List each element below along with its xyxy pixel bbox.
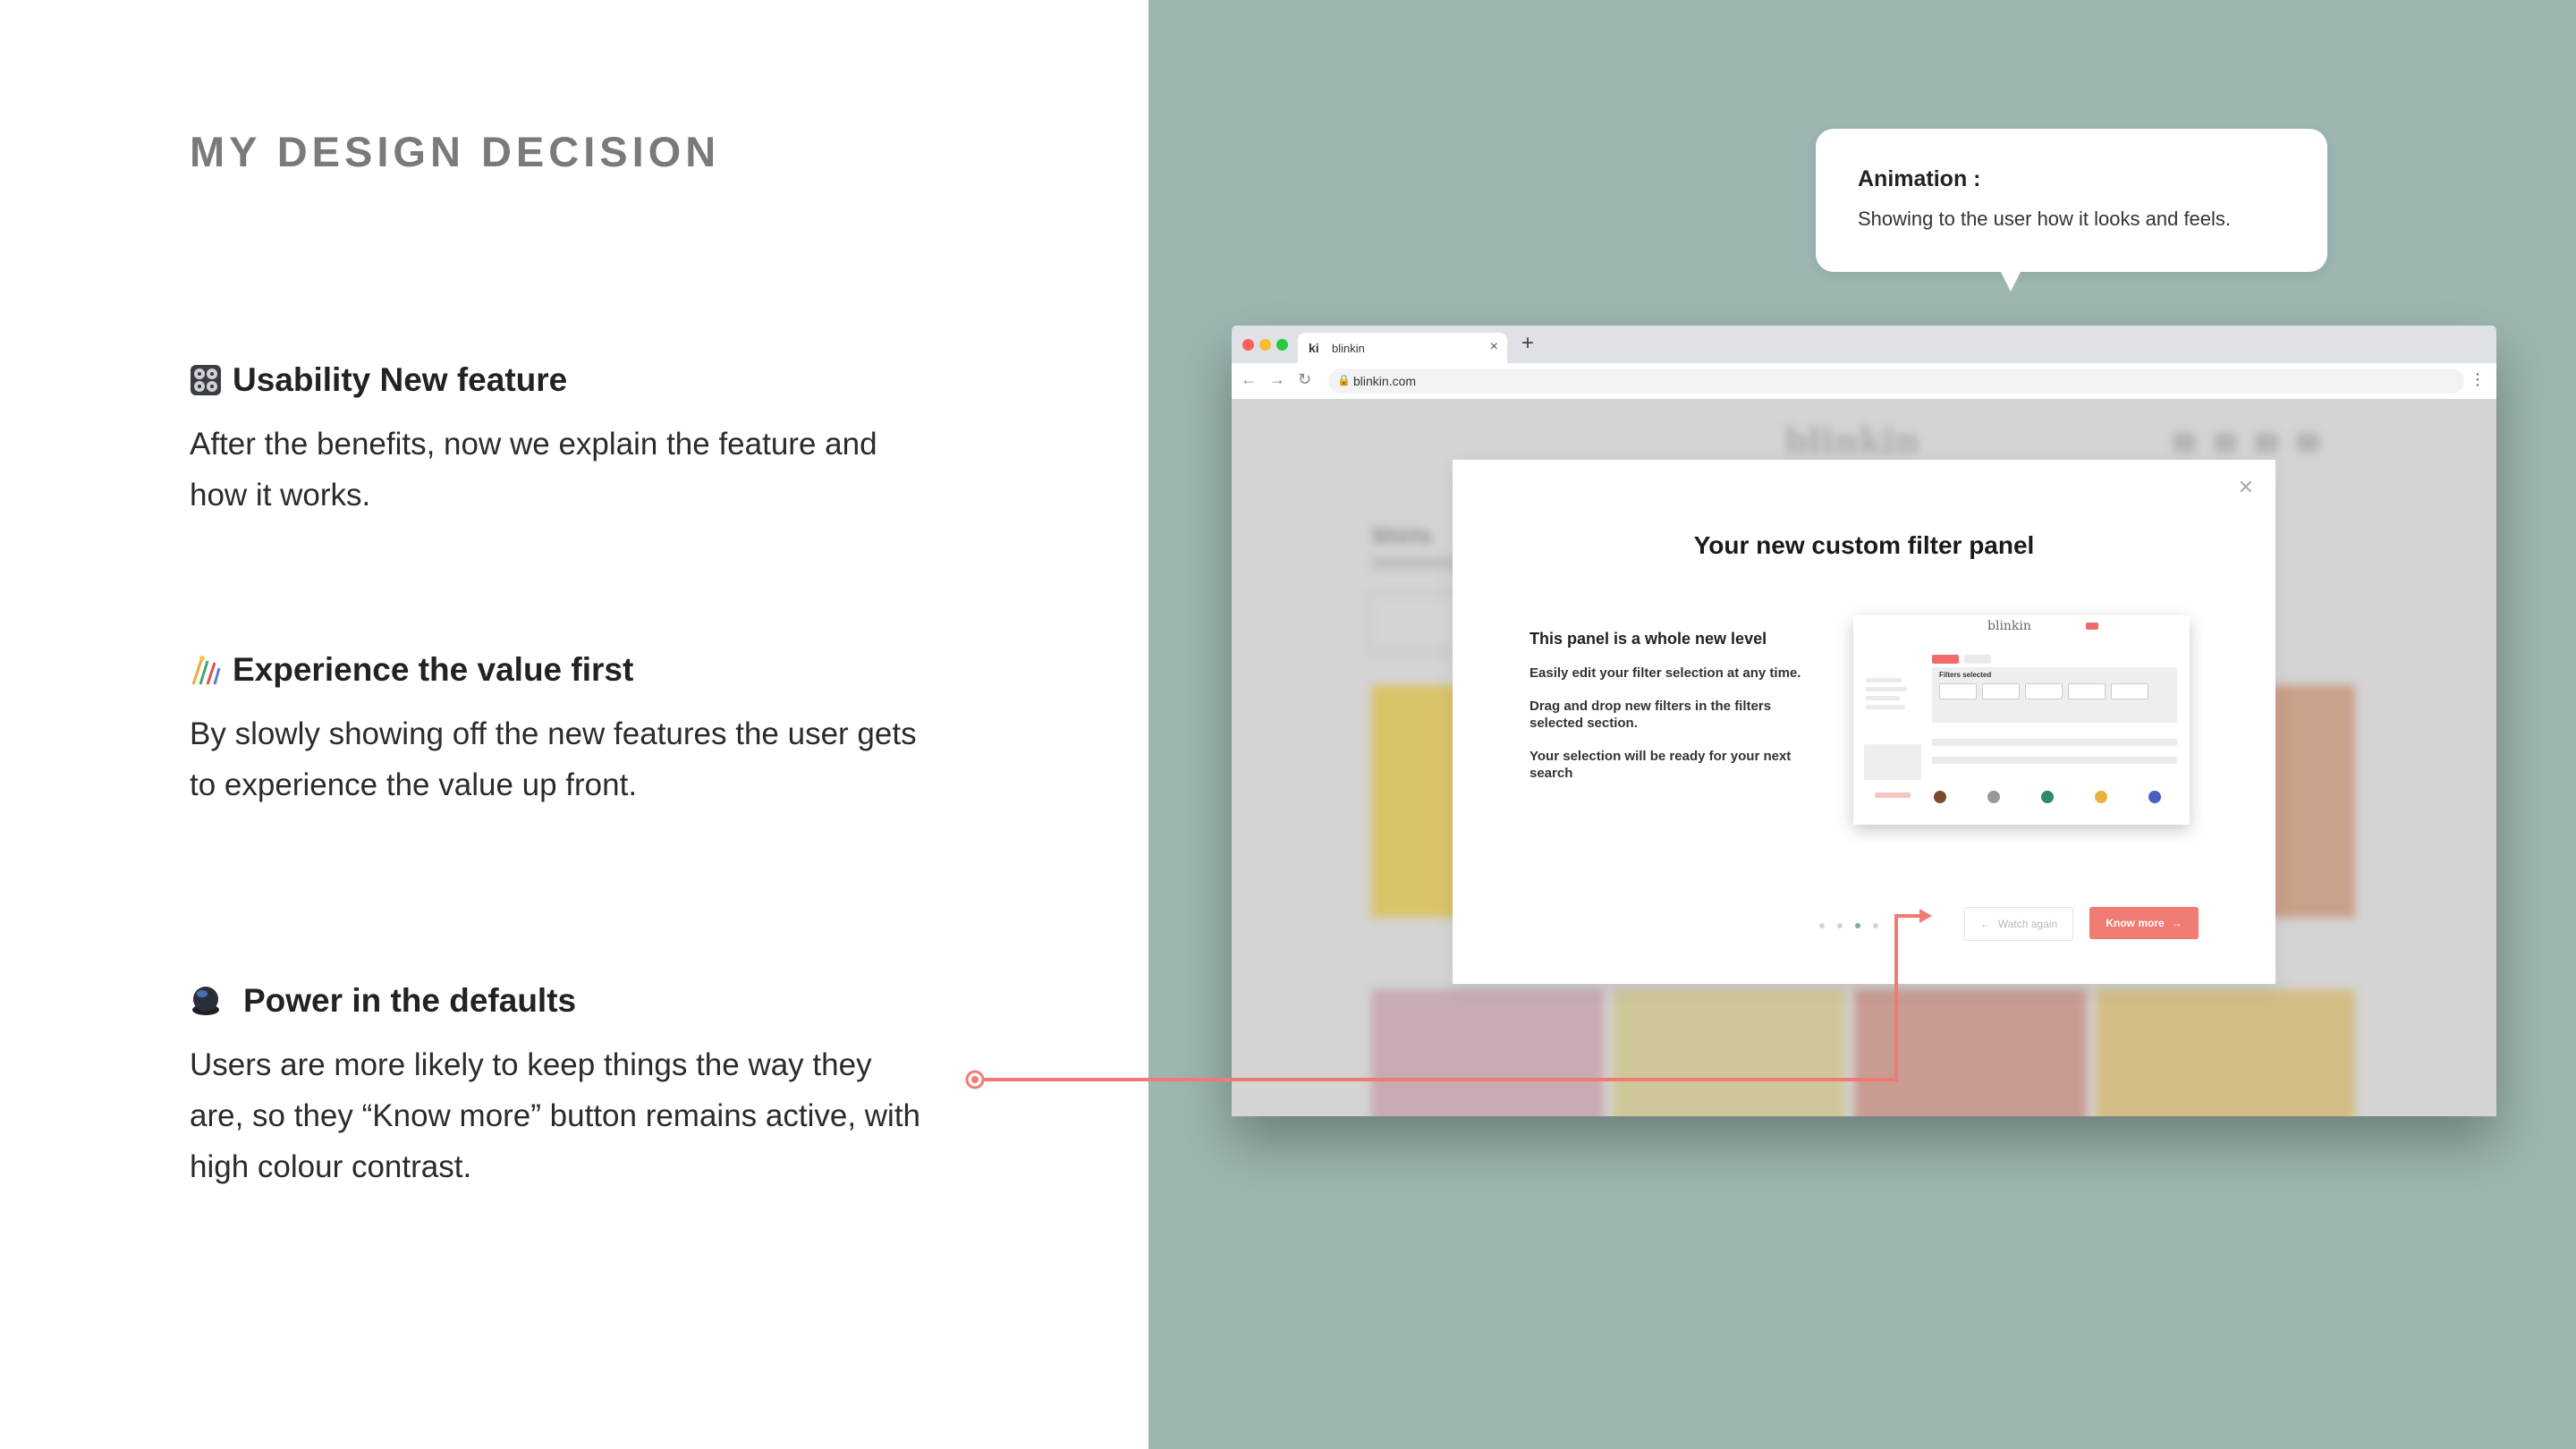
- product-image: [1613, 989, 1845, 1116]
- section-defaults: Power in the defaults Users are more lik…: [190, 982, 995, 1192]
- section-heading: Power in the defaults: [190, 982, 995, 1020]
- pager-dot-active[interactable]: [1855, 923, 1860, 928]
- close-icon[interactable]: ✕: [2238, 476, 2254, 499]
- maximize-window-icon[interactable]: [1276, 339, 1288, 351]
- know-more-button[interactable]: Know more →: [2089, 907, 2199, 939]
- forward-icon[interactable]: →: [1269, 370, 1285, 389]
- new-tab-icon[interactable]: +: [1521, 331, 1534, 356]
- reload-icon[interactable]: ↻: [1298, 370, 1311, 389]
- preview-avatar: [1987, 791, 2000, 803]
- preview-filter-card: [2025, 683, 2063, 699]
- preview-line: [1866, 687, 1907, 691]
- product-image: [1854, 989, 2087, 1116]
- preview-line: [1866, 696, 1900, 700]
- preview-line: [1866, 705, 1905, 709]
- modal-title: Your new custom filter panel: [1693, 531, 2035, 559]
- section-body: Users are more likely to keep things the…: [190, 1047, 921, 1184]
- preview-button: [1875, 792, 1911, 798]
- dark-orb-icon: [192, 987, 219, 1015]
- preview-sidebar: [1864, 667, 1925, 819]
- back-icon[interactable]: ←: [1241, 370, 1257, 389]
- preview-brand: blinkin: [1987, 619, 2031, 633]
- preview-avatar: [1934, 791, 1946, 803]
- modal-subtitle: This panel is a whole new level: [1530, 630, 1767, 648]
- section-heading-text: Experience the value first: [233, 651, 634, 688]
- preview-chip: [1964, 655, 1991, 664]
- browser-tabbar: ki blinkin × +: [1232, 326, 2496, 363]
- lock-icon: 🔒: [1337, 374, 1351, 386]
- modal-point: Easily edit your filter selection at any…: [1530, 665, 1801, 681]
- section-body: After the benefits, now we explain the f…: [190, 427, 877, 513]
- browser-menu-icon[interactable]: ⋮: [2470, 370, 2486, 389]
- close-window-icon[interactable]: [1242, 339, 1254, 351]
- callout-title: Animation :: [1858, 166, 1981, 191]
- heart-icon: [2255, 433, 2278, 453]
- arrow-left-icon: ←: [1979, 918, 1991, 930]
- preview-box: [1864, 744, 1921, 780]
- url-text: blinkin.com: [1353, 374, 1417, 388]
- site-brand: blinkin: [1784, 420, 1920, 461]
- know-more-label: Know more: [2106, 917, 2165, 929]
- modal-point: Drag and drop new filters in the filters…: [1530, 699, 1772, 731]
- sparkler-chart-icon: [191, 656, 221, 685]
- cart-icon: [2296, 433, 2319, 453]
- watch-again-button[interactable]: ← Watch again: [1964, 907, 2073, 941]
- animation-callout: Animation : Showing to the user how it l…: [1816, 129, 2327, 292]
- page-title: MY DESIGN DECISION: [190, 128, 721, 175]
- pager-dot[interactable]: [1819, 923, 1825, 928]
- section-usability: Usability New feature After the benefits…: [190, 361, 995, 521]
- preview-filter-row: [1932, 757, 2177, 764]
- preview-chip: [1932, 655, 1959, 664]
- tab-title: blinkin: [1332, 342, 1365, 355]
- left-panel: MY DESIGN DECISION Usability New feature…: [0, 0, 1148, 1449]
- close-tab-icon[interactable]: ×: [1490, 339, 1498, 355]
- arrow-right-icon: →: [2171, 917, 2182, 929]
- watch-again-label: Watch again: [1997, 918, 2058, 930]
- modal-description: This panel is a whole new level Easily e…: [1530, 630, 1816, 782]
- section-heading: Usability New feature: [190, 361, 995, 399]
- section-heading: Experience the value first: [190, 651, 995, 689]
- product-image: [2096, 989, 2355, 1116]
- product-image: [2269, 685, 2355, 918]
- modal-point: Your selection will be ready for your ne…: [1530, 749, 1792, 781]
- preview-filters-selected: Filters selected: [1932, 667, 2177, 723]
- minimize-window-icon[interactable]: [1259, 339, 1271, 351]
- control-knobs-icon: [191, 365, 221, 395]
- section-body: By slowly showing off the new features t…: [190, 716, 917, 802]
- preview-filter-card: [2111, 683, 2148, 699]
- favicon: ki: [1309, 341, 1319, 355]
- preview-filter-card: [2068, 683, 2106, 699]
- preview-avatar: [2095, 791, 2107, 803]
- callout-body: Showing to the user how it looks and fee…: [1858, 208, 2232, 230]
- onboarding-modal: ✕ Your new custom filter panel This pane…: [1453, 460, 2275, 984]
- preview-filter-card: [1939, 683, 1977, 699]
- preview-filter-row: [1932, 739, 2177, 746]
- section-heading-text: Usability New feature: [233, 361, 568, 398]
- site-page-heading: Shirts: [1371, 524, 1433, 548]
- address-bar: ← → ↻ 🔒 blinkin.com ⋮: [1232, 363, 2496, 400]
- search-icon: [2214, 433, 2237, 453]
- section-heading-text: Power in the defaults: [243, 982, 577, 1019]
- section-experience: Experience the value first By slowly sho…: [190, 651, 995, 810]
- preview-avatar: [2148, 791, 2161, 803]
- filter-panel-preview: blinkin Filters selected: [1853, 615, 2190, 825]
- product-image: [1371, 989, 1604, 1116]
- preview-toggle: [2086, 623, 2098, 630]
- preview-filter-card: [1982, 683, 2020, 699]
- url-field[interactable]: 🔒 blinkin.com: [1328, 369, 2464, 394]
- account-icon: [2173, 433, 2196, 453]
- preview-avatar: [2041, 791, 2054, 803]
- preview-filters-label: Filters selected: [1939, 671, 1992, 679]
- browser-tab[interactable]: ki blinkin ×: [1298, 333, 1507, 363]
- pager-dot[interactable]: [1837, 923, 1843, 928]
- preview-line: [1866, 678, 1902, 682]
- pager-dot[interactable]: [1873, 923, 1878, 928]
